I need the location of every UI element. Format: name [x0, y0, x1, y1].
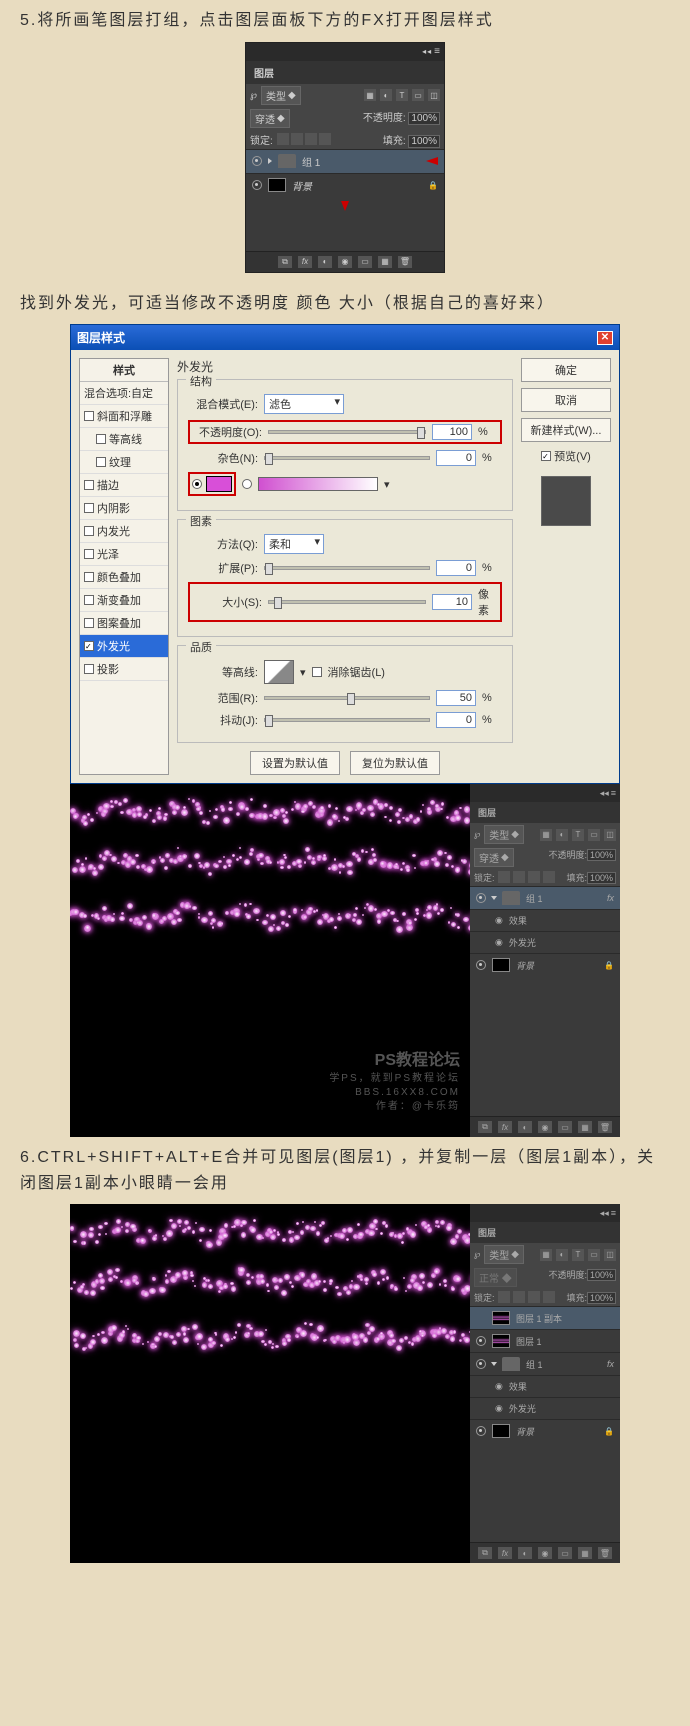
- layer-thumb: [268, 178, 286, 192]
- step6-text: 6.CTRL+SHIFT+ALT+E合并可见图层(图层1) ，并复制一层（图层1…: [0, 1137, 690, 1204]
- noise-slider[interactable]: [264, 456, 430, 460]
- lock-transparent-icon[interactable]: [277, 133, 289, 145]
- sparkle-canvas: [70, 1204, 470, 1554]
- annotation-arrow: [426, 157, 438, 165]
- pattern-overlay[interactable]: 图案叠加: [80, 612, 168, 635]
- color-overlay[interactable]: 颜色叠加: [80, 566, 168, 589]
- outer-glow-heading: 外发光: [177, 358, 513, 375]
- stroke[interactable]: 描边: [80, 474, 168, 497]
- layers-panel-result1: ◂◂≡ 图层 ℘类型◆ ▦◐T▭◫ 穿透◆不透明度:100% 锁定:填充:100…: [470, 784, 620, 1137]
- preview-checkbox[interactable]: [541, 451, 551, 461]
- layer-1[interactable]: 图层 1: [470, 1329, 620, 1352]
- opacity-value[interactable]: 100%: [408, 112, 440, 125]
- layer-group1-collapsed[interactable]: 组 1 fx: [470, 1352, 620, 1375]
- gradient-overlay[interactable]: 渐变叠加: [80, 589, 168, 612]
- layer-1-copy[interactable]: 图层 1 副本: [470, 1306, 620, 1329]
- layer-group1[interactable]: 组 1 fx: [470, 886, 620, 909]
- spread-slider[interactable]: [264, 566, 430, 570]
- style-list: 样式 混合选项:自定 斜面和浮雕 等高线 纹理 描边 内阴影 内发光 光泽 颜色…: [79, 358, 169, 775]
- layers-panel: ◂◂≡ 图层 ℘ 类型◆ ▦ ◐ T ▭ ◫ 穿透◆ 不透明度: 100% 锁定…: [245, 42, 445, 273]
- preview-swatch: [541, 476, 591, 526]
- result-preview-2: ◂◂≡ 图层 ℘类型◆ ▦◐T▭◫ 正常 ◆不透明度:100% 锁定:填充:10…: [70, 1204, 620, 1563]
- result-preview-1: PS教程论坛 学PS，就到PS教程论坛 BBS.16XX8.COM 作者：@卡乐…: [70, 784, 620, 1137]
- reset-default-button[interactable]: 复位为默认值: [350, 751, 440, 775]
- noise-input[interactable]: 0: [436, 450, 476, 466]
- adjustment-icon[interactable]: ◉: [338, 256, 352, 268]
- step5-text: 5.将所画笔图层打组，点击图层面板下方的FX打开图层样式: [0, 0, 690, 42]
- lock-icon: 🔒: [428, 181, 438, 190]
- ok-button[interactable]: 确定: [521, 358, 611, 382]
- blend-options[interactable]: 混合选项:自定: [80, 382, 168, 405]
- fx-button[interactable]: fx: [298, 256, 312, 268]
- technique-select[interactable]: 柔和: [264, 534, 324, 554]
- annotation-arrow-down: [341, 201, 349, 211]
- drop-shadow[interactable]: 投影: [80, 658, 168, 681]
- new-layer-icon[interactable]: ▦: [378, 256, 392, 268]
- panel-title: 图层: [246, 61, 444, 84]
- folder-icon: [278, 154, 296, 168]
- layer-style-dialog: 图层样式 ✕ 样式 混合选项:自定 斜面和浮雕 等高线 纹理 描边 内阴影 内发…: [70, 324, 620, 784]
- range-slider[interactable]: [264, 696, 430, 700]
- link-icon[interactable]: ⧉: [278, 256, 292, 268]
- gradient-swatch[interactable]: [258, 477, 378, 491]
- trash-icon[interactable]: 🗑: [398, 256, 412, 268]
- inner-shadow[interactable]: 内阴影: [80, 497, 168, 520]
- bevel-emboss[interactable]: 斜面和浮雕: [80, 405, 168, 428]
- layer-background[interactable]: 背景🔒: [470, 953, 620, 976]
- jitter-input[interactable]: 0: [436, 712, 476, 728]
- size-slider[interactable]: [268, 600, 426, 604]
- visibility-icon[interactable]: [252, 180, 262, 190]
- step5b-text: 找到外发光，可适当修改不透明度 颜色 大小（根据自己的喜好来）: [0, 283, 690, 325]
- fill-value[interactable]: 100%: [408, 135, 440, 148]
- color-radio[interactable]: [192, 479, 202, 489]
- glow-color-swatch[interactable]: [206, 476, 232, 492]
- set-default-button[interactable]: 设置为默认值: [250, 751, 340, 775]
- mask-icon[interactable]: ◐: [318, 256, 332, 268]
- outer-glow[interactable]: 外发光: [80, 635, 168, 658]
- filter-pixel-icon[interactable]: ▦: [364, 89, 376, 101]
- lock-position-icon[interactable]: [305, 133, 317, 145]
- lock-all-icon[interactable]: [319, 133, 331, 145]
- antialias-checkbox[interactable]: [312, 667, 322, 677]
- watermark: PS教程论坛 学PS，就到PS教程论坛 BBS.16XX8.COM 作者：@卡乐…: [329, 1050, 460, 1114]
- sparkle-canvas: PS教程论坛 学PS，就到PS教程论坛 BBS.16XX8.COM 作者：@卡乐…: [70, 784, 470, 1124]
- blend-mode-dropdown[interactable]: 穿透◆: [250, 109, 290, 128]
- opacity-input[interactable]: 100: [432, 424, 472, 440]
- close-button[interactable]: ✕: [597, 331, 613, 345]
- filter-type-icon[interactable]: T: [396, 89, 408, 101]
- new-style-button[interactable]: 新建样式(W)...: [521, 418, 611, 442]
- range-input[interactable]: 50: [436, 690, 476, 706]
- visibility-icon[interactable]: [252, 156, 262, 166]
- contour[interactable]: 等高线: [80, 428, 168, 451]
- outer-glow-fx-row[interactable]: ◉ 外发光: [470, 931, 620, 953]
- kind-dropdown[interactable]: 类型◆: [261, 86, 301, 105]
- texture[interactable]: 纹理: [80, 451, 168, 474]
- cancel-button[interactable]: 取消: [521, 388, 611, 412]
- lock-image-icon[interactable]: [291, 133, 303, 145]
- size-input[interactable]: 10: [432, 594, 472, 610]
- filter-adjust-icon[interactable]: ◐: [380, 89, 392, 101]
- satin[interactable]: 光泽: [80, 543, 168, 566]
- layer-group1[interactable]: 组 1: [246, 149, 444, 173]
- filter-shape-icon[interactable]: ▭: [412, 89, 424, 101]
- blend-mode-select[interactable]: 滤色: [264, 394, 344, 414]
- jitter-slider[interactable]: [264, 718, 430, 722]
- spread-input[interactable]: 0: [436, 560, 476, 576]
- gradient-radio[interactable]: [242, 479, 252, 489]
- layers-panel-result2: ◂◂≡ 图层 ℘类型◆ ▦◐T▭◫ 正常 ◆不透明度:100% 锁定:填充:10…: [470, 1204, 620, 1563]
- opacity-slider[interactable]: [268, 430, 426, 434]
- style-header[interactable]: 样式: [80, 359, 168, 382]
- filter-smart-icon[interactable]: ◫: [428, 89, 440, 101]
- group-icon[interactable]: ▭: [358, 256, 372, 268]
- dialog-title: 图层样式: [77, 329, 125, 346]
- effects-row[interactable]: ◉ 效果: [470, 909, 620, 931]
- layer-background[interactable]: 背景 🔒: [246, 173, 444, 197]
- contour-swatch[interactable]: [264, 660, 294, 684]
- inner-glow[interactable]: 内发光: [80, 520, 168, 543]
- layer-background[interactable]: 背景🔒: [470, 1419, 620, 1442]
